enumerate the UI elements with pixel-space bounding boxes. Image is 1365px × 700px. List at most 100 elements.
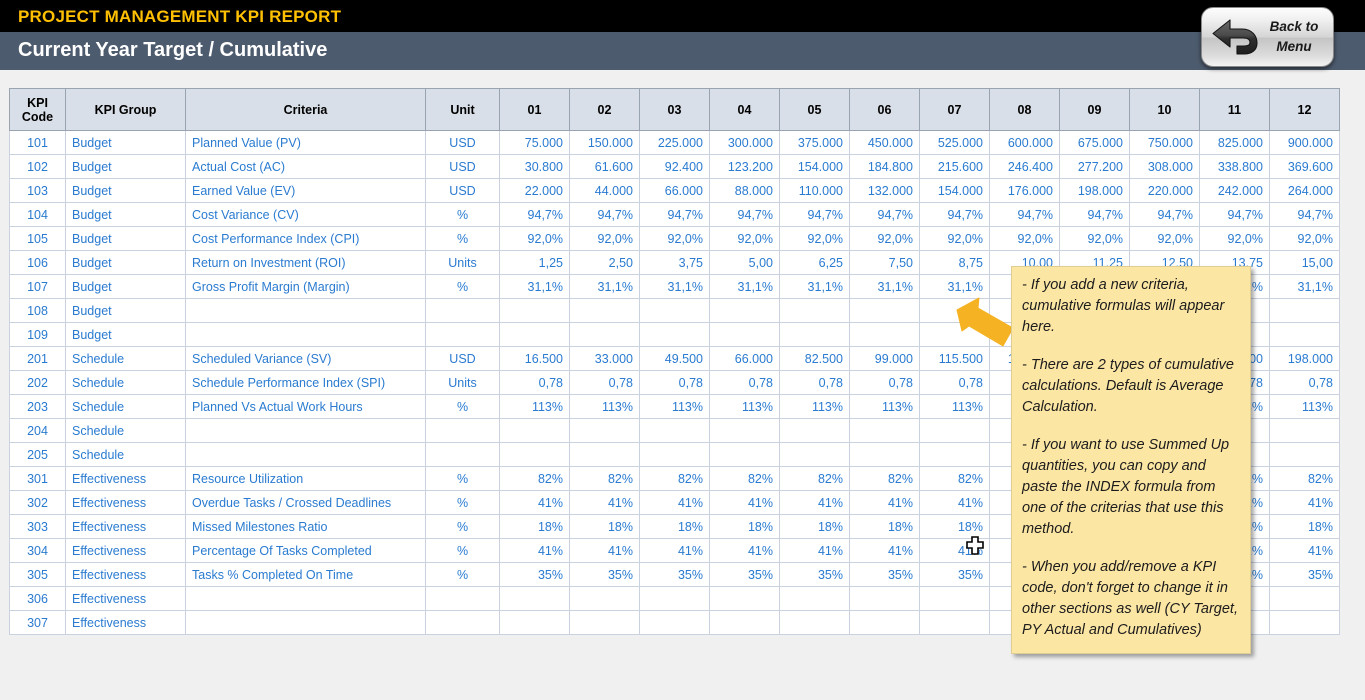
cell-kpi-code[interactable]: 306 <box>9 586 66 611</box>
cell-month-02[interactable]: 113% <box>569 394 640 419</box>
cell-month-03[interactable]: 0,78 <box>639 370 710 395</box>
cell-month-12[interactable] <box>1269 442 1340 467</box>
cell-month-03[interactable]: 92.400 <box>639 154 710 179</box>
cell-month-02[interactable] <box>569 442 640 467</box>
cell-kpi-group[interactable]: Schedule <box>65 394 186 419</box>
cell-month-05[interactable]: 92,0% <box>779 226 850 251</box>
cell-kpi-group[interactable]: Schedule <box>65 418 186 443</box>
cell-month-04[interactable]: 35% <box>709 562 780 587</box>
cell-month-03[interactable]: 225.000 <box>639 130 710 155</box>
cell-month-11[interactable]: 338.800 <box>1199 154 1270 179</box>
cell-criteria[interactable]: Earned Value (EV) <box>185 178 426 203</box>
cell-criteria[interactable] <box>185 418 426 443</box>
cell-kpi-code[interactable]: 102 <box>9 154 66 179</box>
cell-month-04[interactable]: 82% <box>709 466 780 491</box>
cell-month-01[interactable] <box>499 418 570 443</box>
cell-kpi-group[interactable]: Effectiveness <box>65 490 186 515</box>
cell-unit[interactable]: USD <box>425 154 500 179</box>
cell-month-12[interactable]: 41% <box>1269 538 1340 563</box>
cell-month-05[interactable] <box>779 322 850 347</box>
cell-month-12[interactable]: 31,1% <box>1269 274 1340 299</box>
cell-month-02[interactable] <box>569 610 640 635</box>
cell-month-12[interactable]: 0,78 <box>1269 370 1340 395</box>
cell-month-03[interactable] <box>639 322 710 347</box>
cell-month-04[interactable]: 123.200 <box>709 154 780 179</box>
cell-month-01[interactable]: 75.000 <box>499 130 570 155</box>
cell-month-02[interactable]: 41% <box>569 538 640 563</box>
cell-month-02[interactable]: 0,78 <box>569 370 640 395</box>
cell-kpi-code[interactable]: 305 <box>9 562 66 587</box>
cell-kpi-group[interactable]: Budget <box>65 298 186 323</box>
table-row[interactable]: 101 Budget Planned Value (PV) USD 75.000 150.… <box>9 130 1340 155</box>
cell-criteria[interactable]: Cost Variance (CV) <box>185 202 426 227</box>
cell-month-08[interactable]: 246.400 <box>989 154 1060 179</box>
cell-month-02[interactable] <box>569 322 640 347</box>
cell-kpi-group[interactable]: Schedule <box>65 346 186 371</box>
cell-unit[interactable] <box>425 322 500 347</box>
cell-month-07[interactable]: 92,0% <box>919 226 990 251</box>
cell-month-05[interactable]: 113% <box>779 394 850 419</box>
cell-criteria[interactable]: Schedule Performance Index (SPI) <box>185 370 426 395</box>
cell-month-06[interactable] <box>849 322 920 347</box>
cell-month-02[interactable] <box>569 298 640 323</box>
cell-month-06[interactable]: 82% <box>849 466 920 491</box>
cell-month-07[interactable]: 94,7% <box>919 202 990 227</box>
cell-month-06[interactable]: 7,50 <box>849 250 920 275</box>
cell-unit[interactable]: % <box>425 562 500 587</box>
cell-month-03[interactable] <box>639 418 710 443</box>
cell-kpi-group[interactable]: Effectiveness <box>65 610 186 635</box>
cell-criteria[interactable]: Missed Milestones Ratio <box>185 514 426 539</box>
cell-month-12[interactable]: 94,7% <box>1269 202 1340 227</box>
cell-month-09[interactable]: 94,7% <box>1059 202 1130 227</box>
cell-month-12[interactable] <box>1269 586 1340 611</box>
cell-kpi-group[interactable]: Schedule <box>65 442 186 467</box>
cell-month-03[interactable]: 82% <box>639 466 710 491</box>
cell-month-06[interactable]: 450.000 <box>849 130 920 155</box>
cell-month-12[interactable]: 15,00 <box>1269 250 1340 275</box>
cell-month-04[interactable]: 88.000 <box>709 178 780 203</box>
cell-criteria[interactable]: Tasks % Completed On Time <box>185 562 426 587</box>
cell-month-06[interactable]: 92,0% <box>849 226 920 251</box>
cell-kpi-code[interactable]: 105 <box>9 226 66 251</box>
cell-month-03[interactable] <box>639 298 710 323</box>
cell-month-02[interactable]: 2,50 <box>569 250 640 275</box>
cell-criteria[interactable]: Actual Cost (AC) <box>185 154 426 179</box>
cell-month-01[interactable]: 16.500 <box>499 346 570 371</box>
cell-month-11[interactable]: 94,7% <box>1199 202 1270 227</box>
cell-month-03[interactable]: 49.500 <box>639 346 710 371</box>
cell-month-10[interactable]: 94,7% <box>1129 202 1200 227</box>
cell-kpi-code[interactable]: 106 <box>9 250 66 275</box>
cell-month-07[interactable]: 115.500 <box>919 346 990 371</box>
cell-month-11[interactable]: 92,0% <box>1199 226 1270 251</box>
cell-month-09[interactable]: 675.000 <box>1059 130 1130 155</box>
cell-criteria[interactable] <box>185 442 426 467</box>
cell-criteria[interactable]: Planned Value (PV) <box>185 130 426 155</box>
cell-unit[interactable]: USD <box>425 178 500 203</box>
cell-month-12[interactable]: 35% <box>1269 562 1340 587</box>
cell-month-05[interactable]: 82% <box>779 466 850 491</box>
cell-criteria[interactable] <box>185 322 426 347</box>
cell-kpi-code[interactable]: 109 <box>9 322 66 347</box>
cell-month-06[interactable] <box>849 298 920 323</box>
cell-month-04[interactable]: 41% <box>709 538 780 563</box>
cell-month-03[interactable]: 3,75 <box>639 250 710 275</box>
cell-unit[interactable]: % <box>425 538 500 563</box>
cell-month-02[interactable] <box>569 418 640 443</box>
cell-month-07[interactable]: 0,78 <box>919 370 990 395</box>
cell-month-07[interactable]: 8,75 <box>919 250 990 275</box>
cell-month-05[interactable]: 6,25 <box>779 250 850 275</box>
cell-month-01[interactable]: 92,0% <box>499 226 570 251</box>
cell-month-05[interactable]: 375.000 <box>779 130 850 155</box>
cell-month-04[interactable]: 94,7% <box>709 202 780 227</box>
cell-month-05[interactable]: 31,1% <box>779 274 850 299</box>
cell-kpi-code[interactable]: 104 <box>9 202 66 227</box>
cell-month-06[interactable] <box>849 442 920 467</box>
cell-month-04[interactable]: 92,0% <box>709 226 780 251</box>
cell-kpi-code[interactable]: 103 <box>9 178 66 203</box>
cell-month-12[interactable] <box>1269 298 1340 323</box>
cell-month-06[interactable]: 41% <box>849 490 920 515</box>
cell-unit[interactable]: Units <box>425 250 500 275</box>
cell-kpi-code[interactable]: 302 <box>9 490 66 515</box>
cell-month-10[interactable]: 220.000 <box>1129 178 1200 203</box>
table-row[interactable]: 103 Budget Earned Value (EV) USD 22.000 44.00… <box>9 178 1340 203</box>
